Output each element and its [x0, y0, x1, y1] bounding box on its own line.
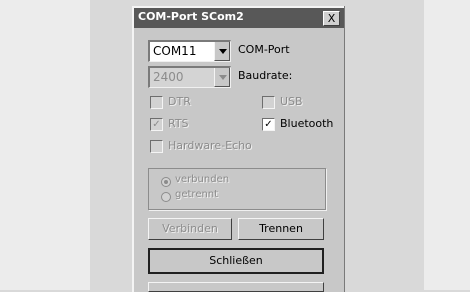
connected-radio[interactable]: [161, 177, 171, 187]
hardware-echo-label: Hardware-Echo: [168, 139, 252, 152]
background-left-panel: [0, 0, 90, 290]
dtr-checkbox[interactable]: [150, 96, 163, 109]
dtr-label: DTR: [168, 95, 191, 108]
background-right-panel: [424, 0, 470, 290]
checkmark-icon: ✓: [264, 119, 273, 130]
comport-dialog: COM-Port SCom2 X COM11 COM-Port 2400 Bau…: [132, 6, 344, 292]
rts-checkbox[interactable]: ✓: [150, 118, 163, 131]
baudrate-label: Baudrate:: [238, 69, 293, 82]
com-port-select[interactable]: COM11: [148, 40, 231, 62]
disconnect-button[interactable]: Trennen: [238, 218, 324, 240]
window-title: COM-Port SCom2: [138, 10, 244, 23]
checkmark-icon: ✓: [152, 119, 161, 130]
close-button[interactable]: Schließen: [148, 248, 324, 274]
connection-status-group: verbunden getrennt: [148, 168, 326, 210]
disconnected-radio[interactable]: [161, 192, 171, 202]
chevron-down-icon[interactable]: [214, 68, 230, 87]
usb-checkbox[interactable]: [262, 96, 275, 109]
com-port-label: COM-Port: [238, 43, 290, 56]
baudrate-select[interactable]: 2400: [148, 66, 231, 88]
close-window-button[interactable]: X: [323, 11, 340, 26]
connected-label: verbunden: [175, 174, 230, 185]
com-port-value: COM11: [153, 44, 197, 58]
connect-button[interactable]: Verbinden: [148, 218, 232, 240]
title-bar[interactable]: COM-Port SCom2 X: [134, 8, 344, 28]
extra-button-partial[interactable]: [148, 282, 324, 292]
baudrate-value: 2400: [153, 70, 184, 84]
rts-label: RTS: [168, 117, 189, 130]
bluetooth-label: Bluetooth: [280, 117, 334, 130]
disconnected-label: getrennt: [175, 189, 219, 200]
hardware-echo-checkbox[interactable]: [150, 140, 163, 153]
bluetooth-checkbox[interactable]: ✓: [262, 118, 275, 131]
usb-label: USB: [280, 95, 303, 108]
chevron-down-icon[interactable]: [214, 42, 230, 61]
